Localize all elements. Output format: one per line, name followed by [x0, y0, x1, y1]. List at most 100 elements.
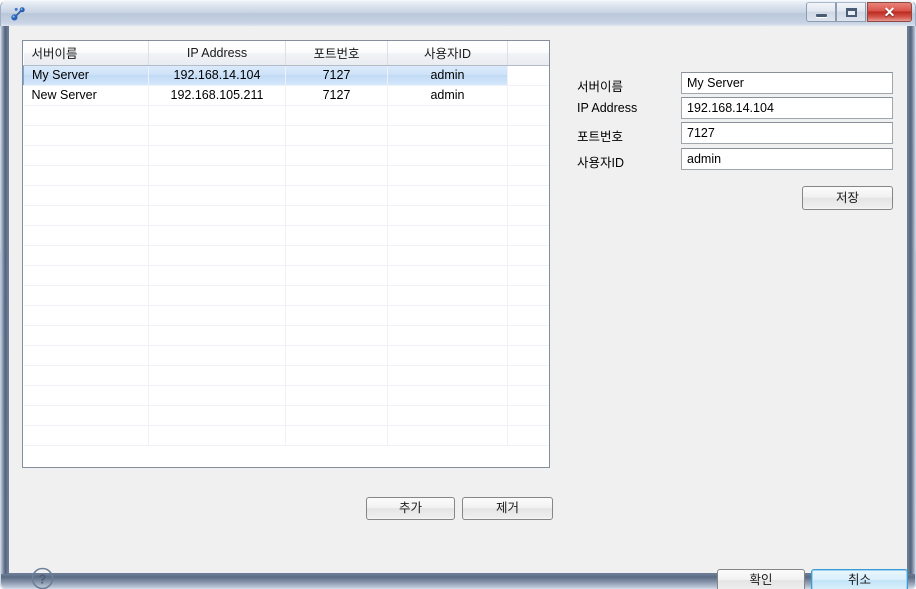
table-row-empty[interactable] — [23, 125, 549, 146]
add-server-button[interactable]: 추가 — [366, 497, 455, 520]
cell-empty — [507, 245, 549, 266]
cell-user-id: admin — [387, 64, 508, 86]
table-row-empty[interactable] — [23, 405, 549, 426]
cell-empty — [387, 425, 508, 446]
cell-server-name: New Server — [23, 85, 149, 106]
column-header-ip-address[interactable]: IP Address — [148, 41, 286, 66]
cell-empty — [387, 305, 508, 326]
app-molecule-icon — [10, 5, 28, 23]
table-row-empty[interactable] — [23, 185, 549, 206]
cell-empty — [23, 405, 149, 426]
cell-empty — [23, 225, 149, 246]
cell-empty — [23, 145, 149, 166]
cell-empty — [507, 265, 549, 286]
cell-empty — [507, 285, 549, 306]
cell-empty — [23, 125, 149, 146]
cell-empty — [148, 245, 286, 266]
cell-empty — [23, 185, 149, 206]
cell-empty — [23, 345, 149, 366]
cell-empty — [148, 165, 286, 186]
cell-server-name: My Server — [23, 64, 149, 86]
cell-empty — [285, 385, 388, 406]
window-border-left — [1, 26, 8, 575]
cell-empty — [148, 405, 286, 426]
label-user-id: 사용자ID — [577, 156, 625, 170]
dialog-client-area: 서버이름 IP Address 포트번호 사용자ID My Server 192.… — [8, 26, 908, 589]
label-ip-address: IP Address — [577, 101, 638, 115]
table-row-empty[interactable] — [23, 225, 549, 246]
column-header-user-id[interactable]: 사용자ID — [387, 41, 508, 66]
cell-empty — [285, 245, 388, 266]
cell-empty — [148, 365, 286, 386]
maximize-restore-button[interactable] — [836, 2, 866, 22]
table-row-empty[interactable] — [23, 325, 549, 346]
table-row-empty[interactable] — [23, 345, 549, 366]
cell-empty — [507, 305, 549, 326]
cell-empty — [507, 205, 549, 226]
cell-empty — [387, 265, 508, 286]
table-row-empty[interactable] — [23, 245, 549, 266]
table-row-empty[interactable] — [23, 105, 549, 126]
cell-empty — [507, 145, 549, 166]
cell-empty — [23, 165, 149, 186]
cell-empty — [507, 325, 549, 346]
help-question-mark-icon[interactable]: ? — [31, 567, 54, 589]
table-row-empty[interactable] — [23, 265, 549, 286]
column-header-spacer[interactable] — [507, 41, 549, 66]
table-row-empty[interactable] — [23, 205, 549, 226]
cancel-button[interactable]: 취소 — [811, 569, 908, 589]
cell-ip-address: 192.168.14.104 — [148, 64, 286, 86]
input-server-name[interactable] — [681, 72, 893, 94]
ok-button[interactable]: 확인 — [717, 569, 805, 589]
table-row[interactable]: My Server 192.168.14.104 7127 admin — [23, 64, 549, 86]
cell-empty — [507, 345, 549, 366]
cell-empty — [387, 145, 508, 166]
application-window: ✕ 서버이름 IP Address 포트번호 사용자ID My Server 1… — [0, 0, 916, 589]
cell-empty — [148, 125, 286, 146]
cell-empty — [507, 405, 549, 426]
cell-empty — [285, 305, 388, 326]
cell-user-id: admin — [387, 85, 508, 106]
table-row-empty[interactable] — [23, 305, 549, 326]
server-list-table[interactable]: 서버이름 IP Address 포트번호 사용자ID My Server 192.… — [22, 40, 550, 468]
table-row-empty[interactable] — [23, 385, 549, 406]
cell-empty — [148, 385, 286, 406]
column-header-server-name[interactable]: 서버이름 — [23, 41, 149, 66]
cell-empty — [23, 205, 149, 226]
cell-empty — [23, 265, 149, 286]
cell-empty — [285, 365, 388, 386]
input-user-id[interactable] — [681, 148, 893, 170]
cell-empty — [387, 385, 508, 406]
cell-empty — [387, 125, 508, 146]
cell-spacer — [507, 85, 549, 106]
save-button[interactable]: 저장 — [802, 186, 893, 210]
table-row-empty[interactable] — [23, 425, 549, 446]
cell-empty — [285, 225, 388, 246]
cell-empty — [507, 225, 549, 246]
table-row-empty[interactable] — [23, 145, 549, 166]
cell-empty — [507, 365, 549, 386]
table-header-row: 서버이름 IP Address 포트번호 사용자ID — [23, 41, 549, 66]
input-port[interactable] — [681, 122, 893, 144]
input-ip-address[interactable] — [681, 97, 893, 119]
minimize-button[interactable] — [806, 2, 836, 22]
cell-empty — [387, 205, 508, 226]
close-icon: ✕ — [883, 4, 896, 20]
table-row[interactable]: New Server 192.168.105.211 7127 admin — [23, 85, 549, 106]
table-row-empty[interactable] — [23, 165, 549, 186]
cell-empty — [23, 325, 149, 346]
close-button[interactable]: ✕ — [867, 2, 912, 22]
cell-empty — [148, 425, 286, 446]
cell-empty — [23, 365, 149, 386]
table-row-empty[interactable] — [23, 365, 549, 386]
cell-empty — [148, 305, 286, 326]
column-header-port[interactable]: 포트번호 — [285, 41, 388, 66]
table-row-empty[interactable] — [23, 285, 549, 306]
cell-empty — [285, 165, 388, 186]
title-bar[interactable]: ✕ — [0, 0, 916, 26]
label-port: 포트번호 — [577, 130, 624, 144]
cell-empty — [285, 345, 388, 366]
cell-port: 7127 — [285, 64, 388, 86]
cell-empty — [148, 225, 286, 246]
remove-server-button[interactable]: 제거 — [462, 497, 553, 520]
